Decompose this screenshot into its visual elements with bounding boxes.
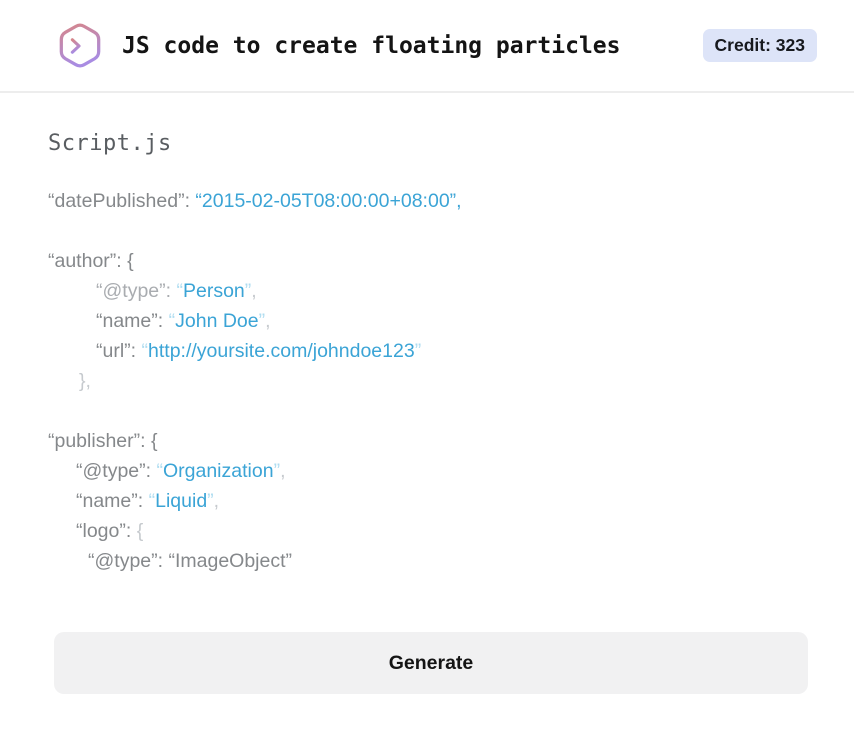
editor-panel: Script.js “datePublished”: “2015-02-05T0… [0, 131, 854, 694]
page-title: JS code to create floating particles [122, 32, 621, 59]
terminal-prompt-hexagon-icon [59, 23, 101, 68]
credit-badge: Credit: 323 [702, 28, 817, 63]
code-line: “name”: “Liquid”, [76, 490, 220, 512]
code-line: “url”: “http://yoursite.com/johndoe123” [96, 340, 422, 362]
code-line: “author”: { [48, 250, 134, 272]
generate-button[interactable]: Generate [54, 632, 808, 694]
app-window: JS code to create floating particles Cre… [0, 0, 854, 694]
script-filename: Script.js [48, 131, 172, 156]
header: JS code to create floating particles Cre… [0, 0, 854, 93]
code-line: “name”: “John Doe”, [96, 310, 271, 332]
code-line: “@type”: “Organization”, [76, 460, 286, 482]
code-line: “@type”: “Person”, [96, 280, 257, 302]
code-line: “publisher”: { [48, 430, 158, 452]
code-line: “@type”: “ImageObject” [88, 550, 293, 572]
code-line: }, [79, 370, 91, 392]
code-block: “datePublished”: “2015-02-05T08:00:00+08… [48, 186, 808, 576]
code-line: “datePublished”: “2015-02-05T08:00:00+08… [48, 190, 462, 212]
code-line: “logo”: { [76, 520, 144, 542]
